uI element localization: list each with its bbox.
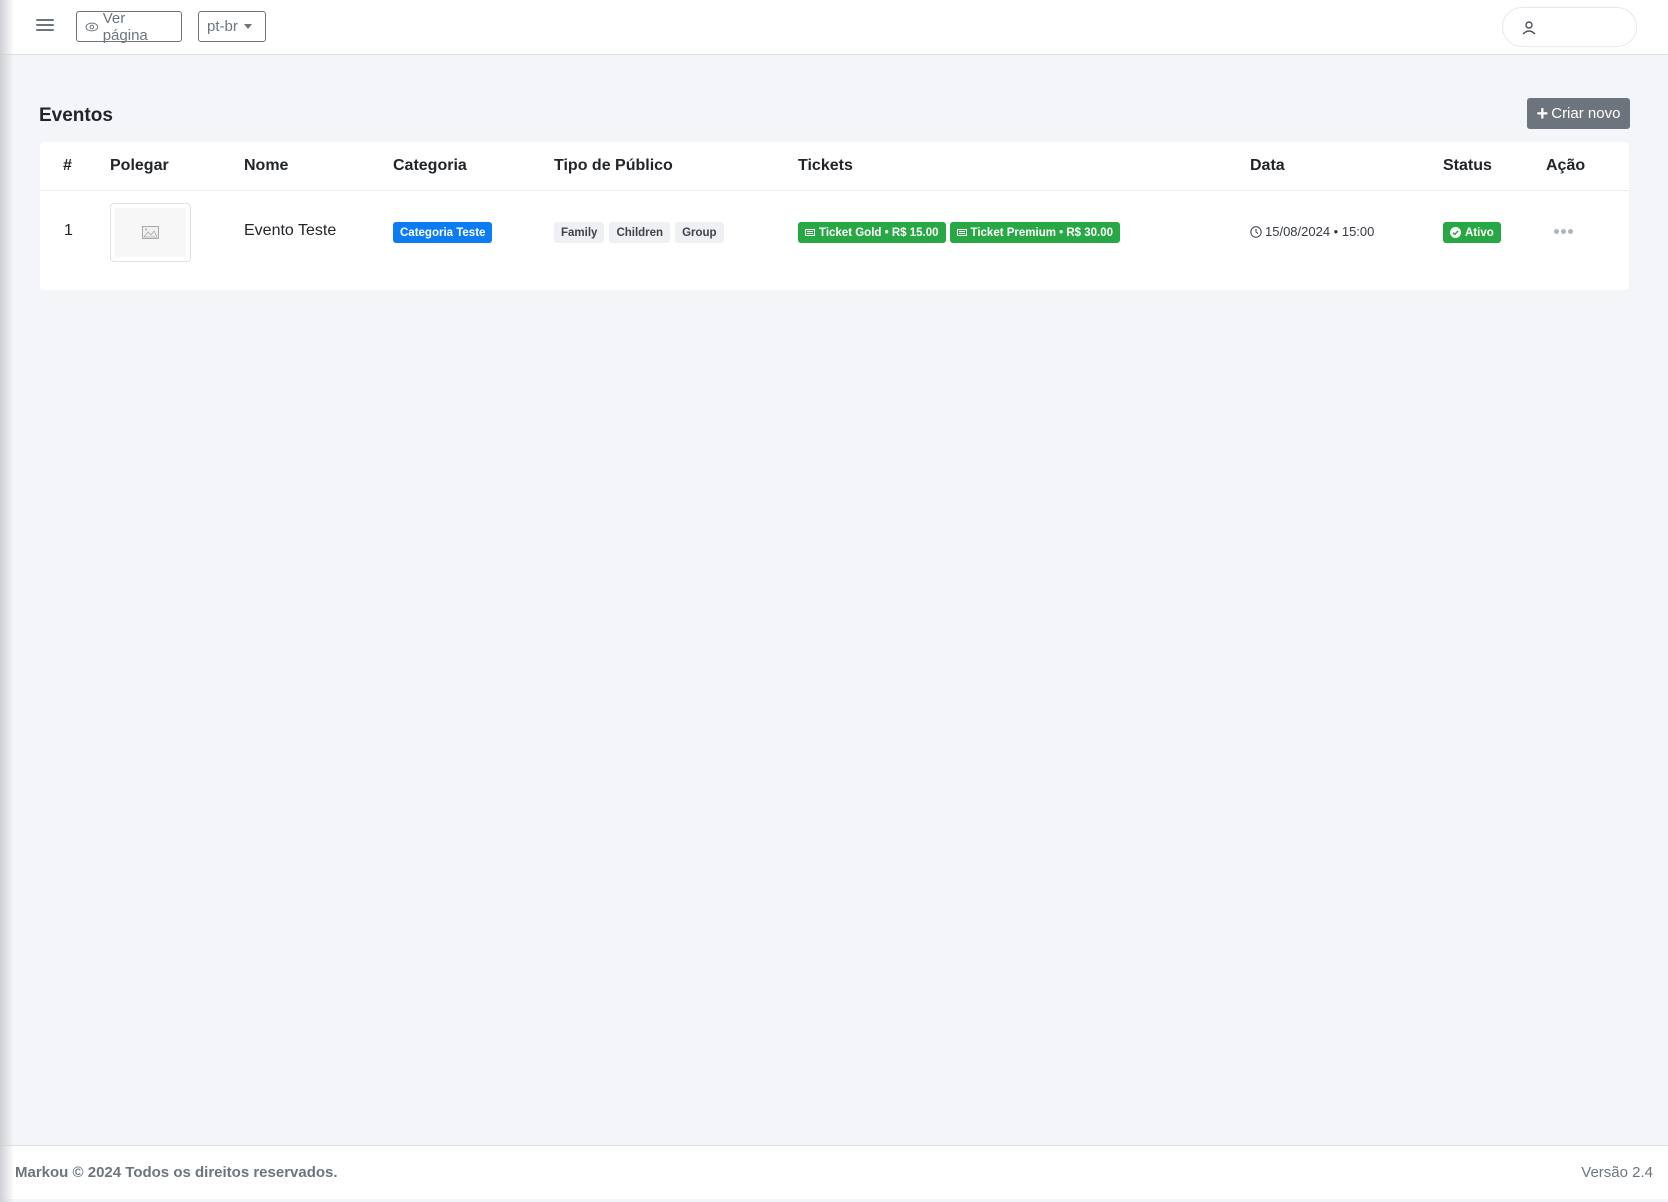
status-badge: Ativo xyxy=(1443,222,1501,243)
eye-icon xyxy=(85,22,99,31)
event-date-text: 15/08/2024 • 15:00 xyxy=(1265,224,1375,239)
event-thumbnail[interactable] xyxy=(110,203,191,262)
ticket-label: Ticket Premium • R$ 30.00 xyxy=(970,226,1114,239)
user-menu[interactable] xyxy=(1502,7,1637,47)
footer: Markou © 2024 Todos os direitos reservad… xyxy=(0,1145,1668,1199)
language-dropdown[interactable]: pt-br xyxy=(198,11,266,42)
column-header-tickets: Tickets xyxy=(798,157,853,174)
column-header-date: Data xyxy=(1250,157,1285,174)
category-badge: Categoria Teste xyxy=(393,222,493,243)
ticket-badge: Ticket Premium • R$ 30.00 xyxy=(949,222,1121,243)
status-label: Ativo xyxy=(1465,226,1494,239)
top-navbar: Ver página pt-br xyxy=(0,0,1668,55)
create-new-button[interactable]: + Criar novo xyxy=(1527,98,1630,129)
column-header-status: Status xyxy=(1443,157,1492,174)
ticket-badge: Ticket Gold • R$ 15.00 xyxy=(798,222,946,243)
ticket-icon xyxy=(956,229,967,236)
ellipsis-icon[interactable] xyxy=(1554,229,1573,234)
view-page-label: Ver página xyxy=(102,9,148,44)
column-header-name: Nome xyxy=(244,157,289,174)
footer-copyright: Markou © 2024 Todos os direitos reservad… xyxy=(15,1164,338,1181)
create-new-label: Criar novo xyxy=(1551,105,1621,122)
event-name[interactable]: Evento Teste xyxy=(244,222,336,240)
events-table: # Polegar Nome Categoria Tipo de Público… xyxy=(40,142,1629,290)
column-header-action: Ação xyxy=(1546,157,1586,174)
ticket-label: Ticket Gold • R$ 15.00 xyxy=(819,226,939,239)
column-header-thumbnail: Polegar xyxy=(110,157,169,174)
sidebar-shadow xyxy=(0,0,14,1202)
audience-badge: Children xyxy=(609,222,671,243)
column-header-audience: Tipo de Público xyxy=(554,157,673,174)
image-placeholder-icon xyxy=(142,226,159,239)
plus-icon: + xyxy=(1536,102,1549,125)
ticket-badges: Ticket Gold • R$ 15.00 Ticket Premium • … xyxy=(798,222,1124,243)
footer-version: Versão 2.4 xyxy=(1581,1164,1653,1181)
column-header-category: Categoria xyxy=(393,157,467,174)
audience-badge: Group xyxy=(675,222,724,243)
view-page-button[interactable]: Ver página xyxy=(76,9,182,44)
user-icon xyxy=(1522,21,1536,35)
audience-badges: Family Children Group xyxy=(554,222,729,243)
audience-badge: Family xyxy=(554,222,605,243)
clock-icon xyxy=(1250,225,1262,238)
language-selected: pt-br xyxy=(207,18,238,35)
column-header-index: # xyxy=(63,157,72,174)
row-index: 1 xyxy=(64,222,73,239)
check-circle-icon xyxy=(1450,227,1461,238)
event-date: 15/08/2024 • 15:00 xyxy=(1250,224,1374,239)
page-title: Eventos xyxy=(39,105,113,126)
hamburger-icon[interactable] xyxy=(36,16,54,34)
caret-down-icon xyxy=(243,24,252,29)
table-header: # Polegar Nome Categoria Tipo de Público… xyxy=(40,142,1629,191)
ticket-icon xyxy=(805,229,815,236)
